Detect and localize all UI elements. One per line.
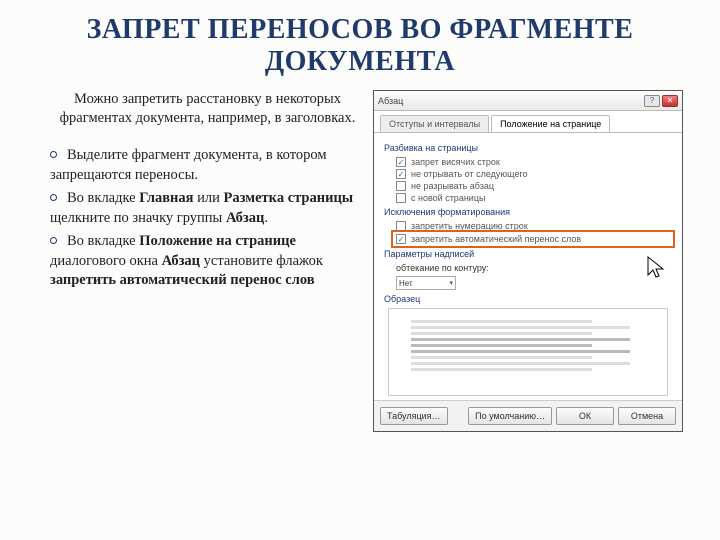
wrap-dropdown[interactable]: Нет ▾ [396, 276, 456, 290]
checkbox[interactable] [396, 193, 406, 203]
step-item: Во вкладке Главная или Разметка страницы… [50, 189, 365, 228]
checkbox-row[interactable]: запрет висячих строк [396, 157, 672, 167]
checkbox-label: не отрывать от следующего [411, 169, 528, 179]
tab-page-position[interactable]: Положение на странице [491, 115, 610, 132]
wrap-dropdown-row: Нет ▾ [396, 276, 672, 290]
default-button[interactable]: По умолчанию… [468, 407, 552, 425]
checkbox-row[interactable]: не отрывать от следующего [396, 169, 672, 179]
left-column: Можно запретить расстановку в некоторых … [50, 90, 365, 432]
ok-button[interactable]: ОК [556, 407, 614, 425]
page-title: ЗАПРЕТ ПЕРЕНОСОВ ВО ФРАГМЕНТЕ ДОКУМЕНТА [0, 0, 720, 90]
chevron-down-icon: ▾ [449, 279, 453, 287]
section-pagination: Разбивка на страницы [384, 143, 672, 153]
section-sample: Образец [384, 294, 672, 304]
checkbox-label: с новой страницы [411, 193, 485, 203]
checkbox[interactable] [396, 221, 406, 231]
checkbox[interactable] [396, 181, 406, 191]
checkbox-row[interactable]: с новой страницы [396, 193, 672, 203]
step-item: Во вкладке Положение на странице диалого… [50, 232, 365, 291]
paragraph-dialog: Абзац ? ✕ Отступы и интервалы Положение … [373, 90, 683, 432]
dialog-button-bar: Табуляция… По умолчанию… ОК Отмена [374, 400, 682, 431]
checks-pagination: запрет висячих строк не отрывать от следу… [384, 157, 672, 203]
checkbox[interactable] [396, 169, 406, 179]
checkbox-label: запретить автоматический перенос слов [411, 234, 581, 244]
checkbox-label: запретить нумерацию строк [411, 221, 528, 231]
wrap-value: Нет [399, 279, 413, 288]
right-column: Абзац ? ✕ Отступы и интервалы Положение … [373, 90, 690, 432]
checks-exceptions: запретить нумерацию строк запретить автом… [384, 221, 672, 245]
wrap-label: обтекание по контуру: [396, 263, 489, 273]
section-exceptions: Исключения форматирования [384, 207, 672, 217]
checkbox-label: запрет висячих строк [411, 157, 500, 167]
close-button[interactable]: ✕ [662, 95, 678, 107]
tabs-button[interactable]: Табуляция… [380, 407, 448, 425]
checkbox-row[interactable]: не разрывать абзац [396, 181, 672, 191]
help-button[interactable]: ? [644, 95, 660, 107]
step-item: Выделите фрагмент документа, в котором з… [50, 146, 365, 185]
dialog-body: Разбивка на страницы запрет висячих стро… [374, 132, 682, 400]
dialog-title: Абзац [378, 96, 642, 106]
bullet-icon [50, 151, 57, 158]
checkbox-label: не разрывать абзац [411, 181, 494, 191]
dialog-titlebar: Абзац ? ✕ [374, 91, 682, 111]
checkbox[interactable] [396, 234, 406, 244]
layout: Можно запретить расстановку в некоторых … [0, 90, 720, 432]
sample-preview [388, 308, 668, 396]
wrap-row: обтекание по контуру: [396, 263, 672, 273]
checkbox-row[interactable]: запретить автоматический перенос слов [394, 233, 672, 245]
dialog-tabs: Отступы и интервалы Положение на страниц… [374, 111, 682, 132]
intro-text: Можно запретить расстановку в некоторых … [50, 90, 365, 128]
steps-list: Выделите фрагмент документа, в котором з… [50, 146, 365, 291]
bullet-icon [50, 237, 57, 244]
checkbox-row[interactable]: запретить нумерацию строк [396, 221, 672, 231]
cancel-button[interactable]: Отмена [618, 407, 676, 425]
tab-indents[interactable]: Отступы и интервалы [380, 115, 489, 132]
bullet-icon [50, 194, 57, 201]
checkbox[interactable] [396, 157, 406, 167]
section-textbox: Параметры надписей [384, 249, 672, 259]
